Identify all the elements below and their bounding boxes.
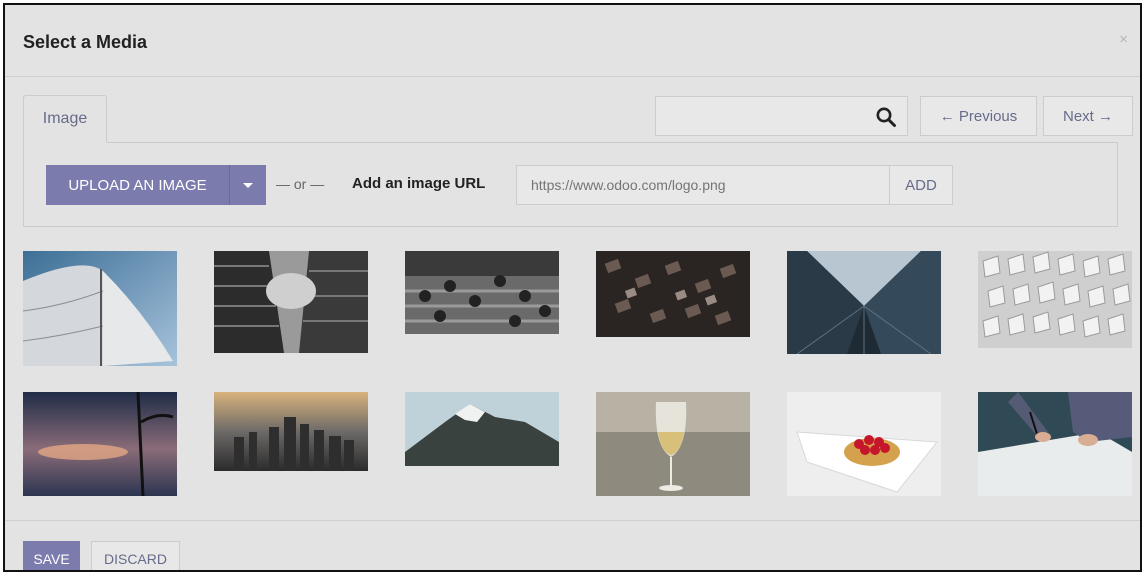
save-button[interactable]: SAVE <box>23 541 80 570</box>
search-box <box>655 96 908 136</box>
image-thumbnail-signing[interactable] <box>978 392 1132 496</box>
upload-options-dropdown[interactable] <box>229 165 266 205</box>
search-input[interactable] <box>656 97 887 135</box>
previous-button[interactable]: ← Previous <box>920 96 1037 136</box>
dialog-header: Select a Media × <box>5 5 1140 77</box>
upload-image-button[interactable]: UPLOAD AN IMAGE <box>46 165 229 205</box>
image-thumbnail-mountain[interactable] <box>405 392 559 466</box>
image-thumbnail-tart[interactable] <box>787 392 941 496</box>
image-url-label: Add an image URL <box>352 175 486 192</box>
search-icon[interactable] <box>875 106 897 128</box>
image-thumbnail-city[interactable] <box>214 392 368 471</box>
tab-image[interactable]: Image <box>23 95 107 143</box>
upload-panel: UPLOAD AN IMAGE — or — Add an image URL … <box>23 142 1118 227</box>
image-thumbnail-sail[interactable] <box>23 251 177 366</box>
close-icon[interactable]: × <box>1119 31 1128 48</box>
discard-button[interactable]: DISCARD <box>91 541 180 570</box>
image-thumbnail-wine-glass[interactable] <box>596 392 750 496</box>
caret-down-icon <box>243 182 253 188</box>
add-url-button[interactable]: ADD <box>889 165 953 205</box>
dialog-title: Select a Media <box>23 32 148 52</box>
image-thumbnail-glass-towers[interactable] <box>787 251 941 354</box>
image-thumbnail-sunset[interactable] <box>23 392 177 496</box>
image-thumbnail-crowd[interactable] <box>405 251 559 334</box>
tab-bar: Image ← Previous Next → <box>23 95 1133 143</box>
dialog-footer: SAVE DISCARD <box>5 520 1140 570</box>
image-thumbnail-geometric-wall[interactable] <box>978 251 1132 348</box>
or-separator: — or — <box>276 176 325 192</box>
image-url-input[interactable] <box>516 165 890 205</box>
next-button[interactable]: Next → <box>1043 96 1133 136</box>
image-thumbnail-skyscrapers[interactable] <box>214 251 368 353</box>
image-thumbnail-type[interactable] <box>596 251 750 337</box>
select-media-dialog: Select a Media × Image ← Previous Next →… <box>3 3 1142 572</box>
